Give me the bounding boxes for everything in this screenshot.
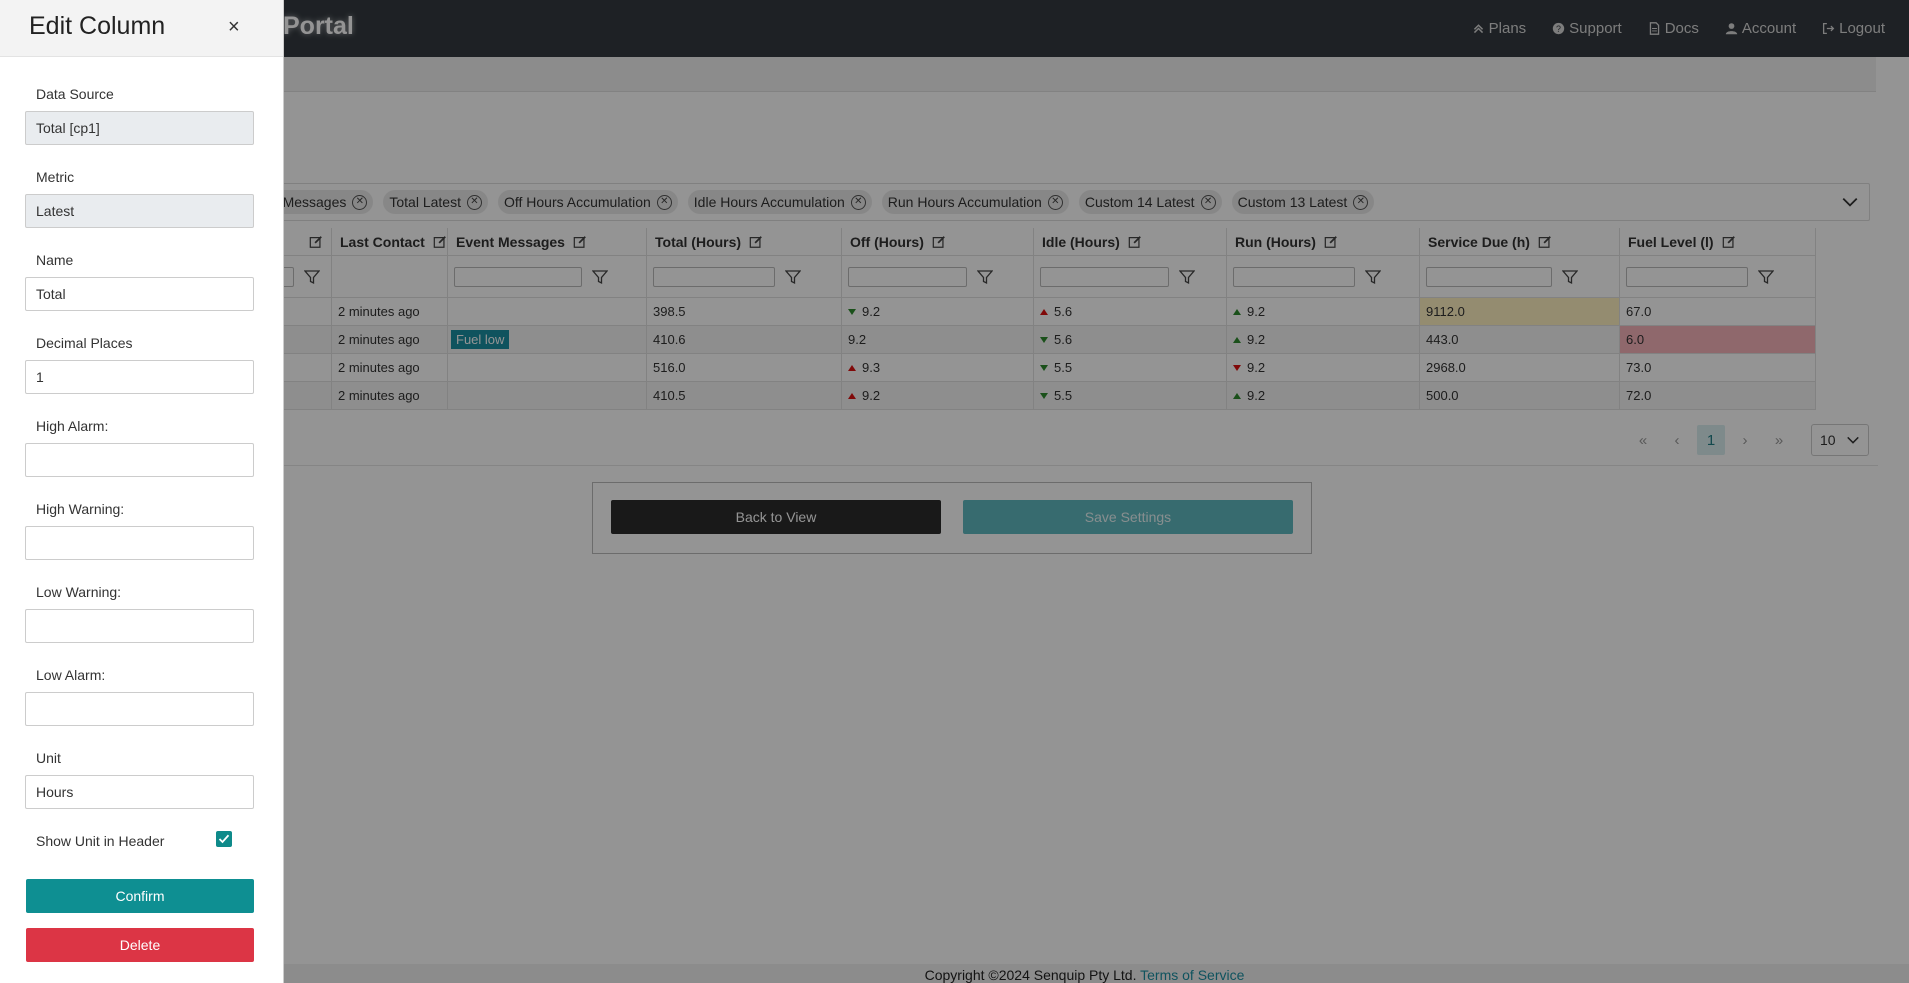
edit-column-panel: Edit Column × Data Source Total [cp1] Me… bbox=[0, 0, 284, 983]
decimal-places-label: Decimal Places bbox=[36, 335, 133, 351]
unit-label: Unit bbox=[36, 750, 61, 766]
delete-button[interactable]: Delete bbox=[26, 928, 254, 962]
decimal-places-field[interactable]: 1 bbox=[25, 360, 254, 394]
confirm-button[interactable]: Confirm bbox=[26, 879, 254, 913]
low-warning-label: Low Warning: bbox=[36, 584, 122, 600]
low-alarm-label: Low Alarm: bbox=[36, 667, 106, 683]
name-label: Name bbox=[36, 252, 74, 268]
close-icon[interactable]: × bbox=[228, 16, 240, 39]
high-alarm-field[interactable] bbox=[25, 443, 254, 477]
show-unit-label: Show Unit in Header bbox=[36, 833, 165, 849]
data-source-field: Total [cp1] bbox=[25, 111, 254, 145]
checkmark-icon bbox=[218, 834, 230, 844]
metric-label: Metric bbox=[36, 169, 75, 185]
metric-field: Latest bbox=[25, 194, 254, 228]
low-warning-field[interactable] bbox=[25, 609, 254, 643]
show-unit-checkbox[interactable] bbox=[216, 831, 232, 847]
panel-title: Edit Column bbox=[29, 12, 166, 40]
data-source-label: Data Source bbox=[36, 86, 114, 102]
panel-header: Edit Column × bbox=[0, 0, 283, 57]
high-alarm-label: High Alarm: bbox=[36, 418, 109, 434]
high-warning-field[interactable] bbox=[25, 526, 254, 560]
unit-field[interactable]: Hours bbox=[25, 775, 254, 809]
name-field[interactable]: Total bbox=[25, 277, 254, 311]
low-alarm-field[interactable] bbox=[25, 692, 254, 726]
modal-backdrop[interactable] bbox=[0, 0, 1909, 983]
high-warning-label: High Warning: bbox=[36, 501, 125, 517]
